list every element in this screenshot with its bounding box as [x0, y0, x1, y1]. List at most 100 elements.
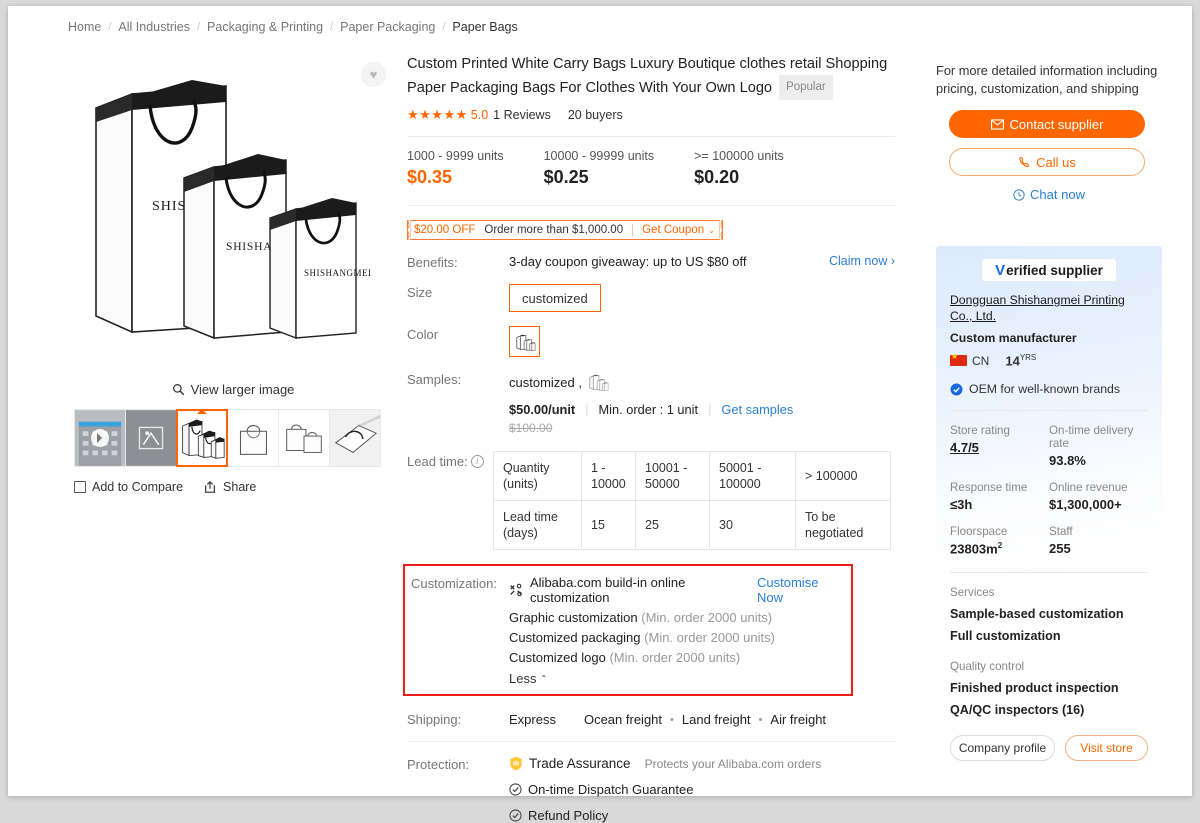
paper-bags-swatch-icon: [515, 334, 535, 351]
protection-item-label: Refund Policy: [528, 808, 609, 823]
share-label: Share: [223, 480, 257, 494]
buyer-count: 20 buyers: [567, 108, 623, 122]
info-icon[interactable]: i: [470, 455, 484, 468]
coupon-amount: $20.00 OFF: [414, 224, 476, 236]
benefits-value: Claim now › 3-day coupon giveaway: up to…: [509, 254, 895, 270]
view-larger-image-button[interactable]: View larger image: [74, 382, 392, 397]
service-item: Full customization: [950, 628, 1061, 643]
share-button[interactable]: Share: [203, 480, 256, 494]
breadcrumb-item-packaging-printing[interactable]: Packaging & Printing: [207, 20, 323, 34]
less-label: Less: [509, 671, 537, 686]
customization-option: Graphic customization (Min. order 2000 u…: [509, 610, 841, 625]
price-tier: 10000 - 99999 units $0.25: [544, 149, 655, 188]
divider: [407, 741, 895, 742]
oem-row: OEM for well-known brands: [950, 382, 1148, 396]
chat-now-link[interactable]: Chat now: [936, 187, 1162, 202]
review-count[interactable]: 1 Reviews: [493, 108, 551, 122]
service-item: Sample-based customization: [950, 606, 1124, 621]
metric-value[interactable]: 4.7/5: [950, 440, 1049, 455]
get-coupon-button[interactable]: Get Coupon ⌄: [632, 224, 715, 236]
metric-staff: Staff 255: [1049, 525, 1148, 556]
breadcrumb-item-all-industries[interactable]: All Industries: [118, 20, 190, 34]
paper-bag-flat-icon: SHISHANGMEI: [330, 410, 380, 466]
years-badge: 14YRS: [1005, 353, 1036, 368]
breadcrumb-item-home[interactable]: Home: [68, 20, 101, 34]
check-circle-icon: [509, 783, 522, 796]
thumbnail-bag-single[interactable]: [227, 409, 279, 467]
contact-supplier-button[interactable]: Contact supplier: [949, 110, 1145, 138]
sidebar-help-text: For more detailed information including …: [936, 63, 1158, 96]
customization-gear-icon: [510, 583, 522, 597]
breadcrumb-item-paper-bags: Paper Bags: [452, 20, 518, 34]
years-suffix: YRS: [1019, 353, 1037, 362]
price-tier: 1000 - 9999 units $0.35: [407, 149, 504, 188]
services-heading: Services: [950, 585, 995, 599]
chevron-down-icon: ⌄: [708, 225, 715, 235]
magnifier-icon: [172, 384, 184, 396]
check-circle-icon: [509, 809, 522, 822]
main-product-image[interactable]: SHISH SHISHANG SHISHANGMEI ♥: [74, 50, 392, 380]
price-tier-value: $0.20: [694, 167, 740, 187]
separator: |: [708, 402, 712, 417]
divider: [407, 136, 895, 137]
visit-store-button[interactable]: Visit store: [1065, 734, 1148, 761]
checkbox-icon: [74, 481, 86, 493]
get-samples-link[interactable]: Get samples: [721, 402, 793, 417]
divider: [950, 571, 1148, 573]
trade-assurance-row: Trade Assurance Protects your Alibaba.co…: [509, 756, 895, 771]
breadcrumb-separator: /: [442, 21, 446, 33]
sidebar: For more detailed information including …: [936, 62, 1162, 761]
model-3d-icon: [126, 410, 176, 466]
metric-floorspace: Floorspace 23803m2: [950, 525, 1049, 556]
supplier-metrics: Store rating 4.7/5 On-time delivery rate…: [950, 424, 1148, 569]
sample-old-price: $100.00: [509, 421, 553, 435]
protection-row: Protection: Trade Assurance Protects you…: [407, 756, 895, 823]
supplier-name-link[interactable]: Dongguan Shishangmei Printing Co., Ltd.: [950, 292, 1148, 324]
chat-now-label: Chat now: [1030, 187, 1085, 202]
less-toggle-button[interactable]: Less ⌃: [509, 671, 547, 686]
shipping-method: Land freight: [681, 712, 751, 727]
metric-value: 93.8%: [1049, 453, 1086, 469]
protection-item: Refund Policy: [509, 808, 895, 823]
wishlist-heart-icon[interactable]: ♥: [361, 62, 386, 87]
metric-label: Online revenue: [1049, 481, 1128, 495]
thumbnail-bag-flat[interactable]: SHISHANGMEI: [329, 409, 381, 467]
rating-row: ★★★★★ 5.0 1 Reviews 20 buyers: [407, 107, 895, 123]
customization-option: Customized logo (Min. order 2000 units): [509, 650, 841, 665]
customise-now-link[interactable]: Customise Now: [757, 575, 841, 605]
bullet-separator: •: [670, 713, 674, 726]
shipping-method: Ocean freight: [583, 712, 663, 727]
country-code: CN: [972, 353, 990, 368]
supplier-badges: CN 14YRS: [950, 352, 1148, 368]
sample-price: $50.00/unit: [509, 402, 576, 417]
lead-time-label: Lead time:: [407, 454, 468, 469]
gallery-actions: Add to Compare Share: [74, 480, 392, 494]
color-swatch-option[interactable]: [509, 326, 540, 357]
metric-label: Floorspace: [950, 525, 1008, 539]
company-profile-button[interactable]: Company profile: [950, 734, 1056, 761]
breadcrumb-item-paper-packaging[interactable]: Paper Packaging: [340, 20, 435, 34]
price-tier-qty: 10000 - 99999 units: [543, 149, 655, 163]
supplier-type: Custom manufacturer: [950, 331, 1077, 345]
thumbnail-bags-trio[interactable]: [176, 409, 228, 467]
benefits-label: Benefits:: [407, 255, 458, 270]
lead-time-label-group: Lead time: i: [407, 451, 493, 550]
color-label: Color: [407, 327, 439, 342]
thumbnail-video-factory[interactable]: [74, 409, 126, 467]
call-us-button[interactable]: Call us: [949, 148, 1145, 176]
table-row: Quantity (units) 1 - 10000 10001 - 50000…: [493, 451, 891, 501]
quality-item: Finished product inspection: [950, 680, 1119, 695]
size-option-customized[interactable]: customized: [509, 284, 601, 312]
verified-supplier-badge: Verified supplier: [982, 259, 1116, 281]
coupon-banner[interactable]: $20.00 OFF Order more than $1,000.00 Get…: [407, 220, 723, 240]
thumbnail-bags-pair[interactable]: [278, 409, 330, 467]
claim-now-link[interactable]: Claim now ›: [829, 254, 895, 268]
thumbnail-3d-model[interactable]: [125, 409, 177, 467]
metric-label: Staff: [1049, 525, 1073, 539]
popular-tag: Popular: [779, 75, 833, 100]
add-to-compare-checkbox[interactable]: Add to Compare: [74, 480, 183, 494]
lead-time-row-header: Lead time (days): [493, 500, 582, 550]
shipping-label: Shipping:: [407, 712, 462, 727]
lead-time-row: Lead time: i Quantity (units) 1 - 10000 …: [407, 451, 895, 550]
paper-bags-trio-icon: [178, 411, 226, 465]
